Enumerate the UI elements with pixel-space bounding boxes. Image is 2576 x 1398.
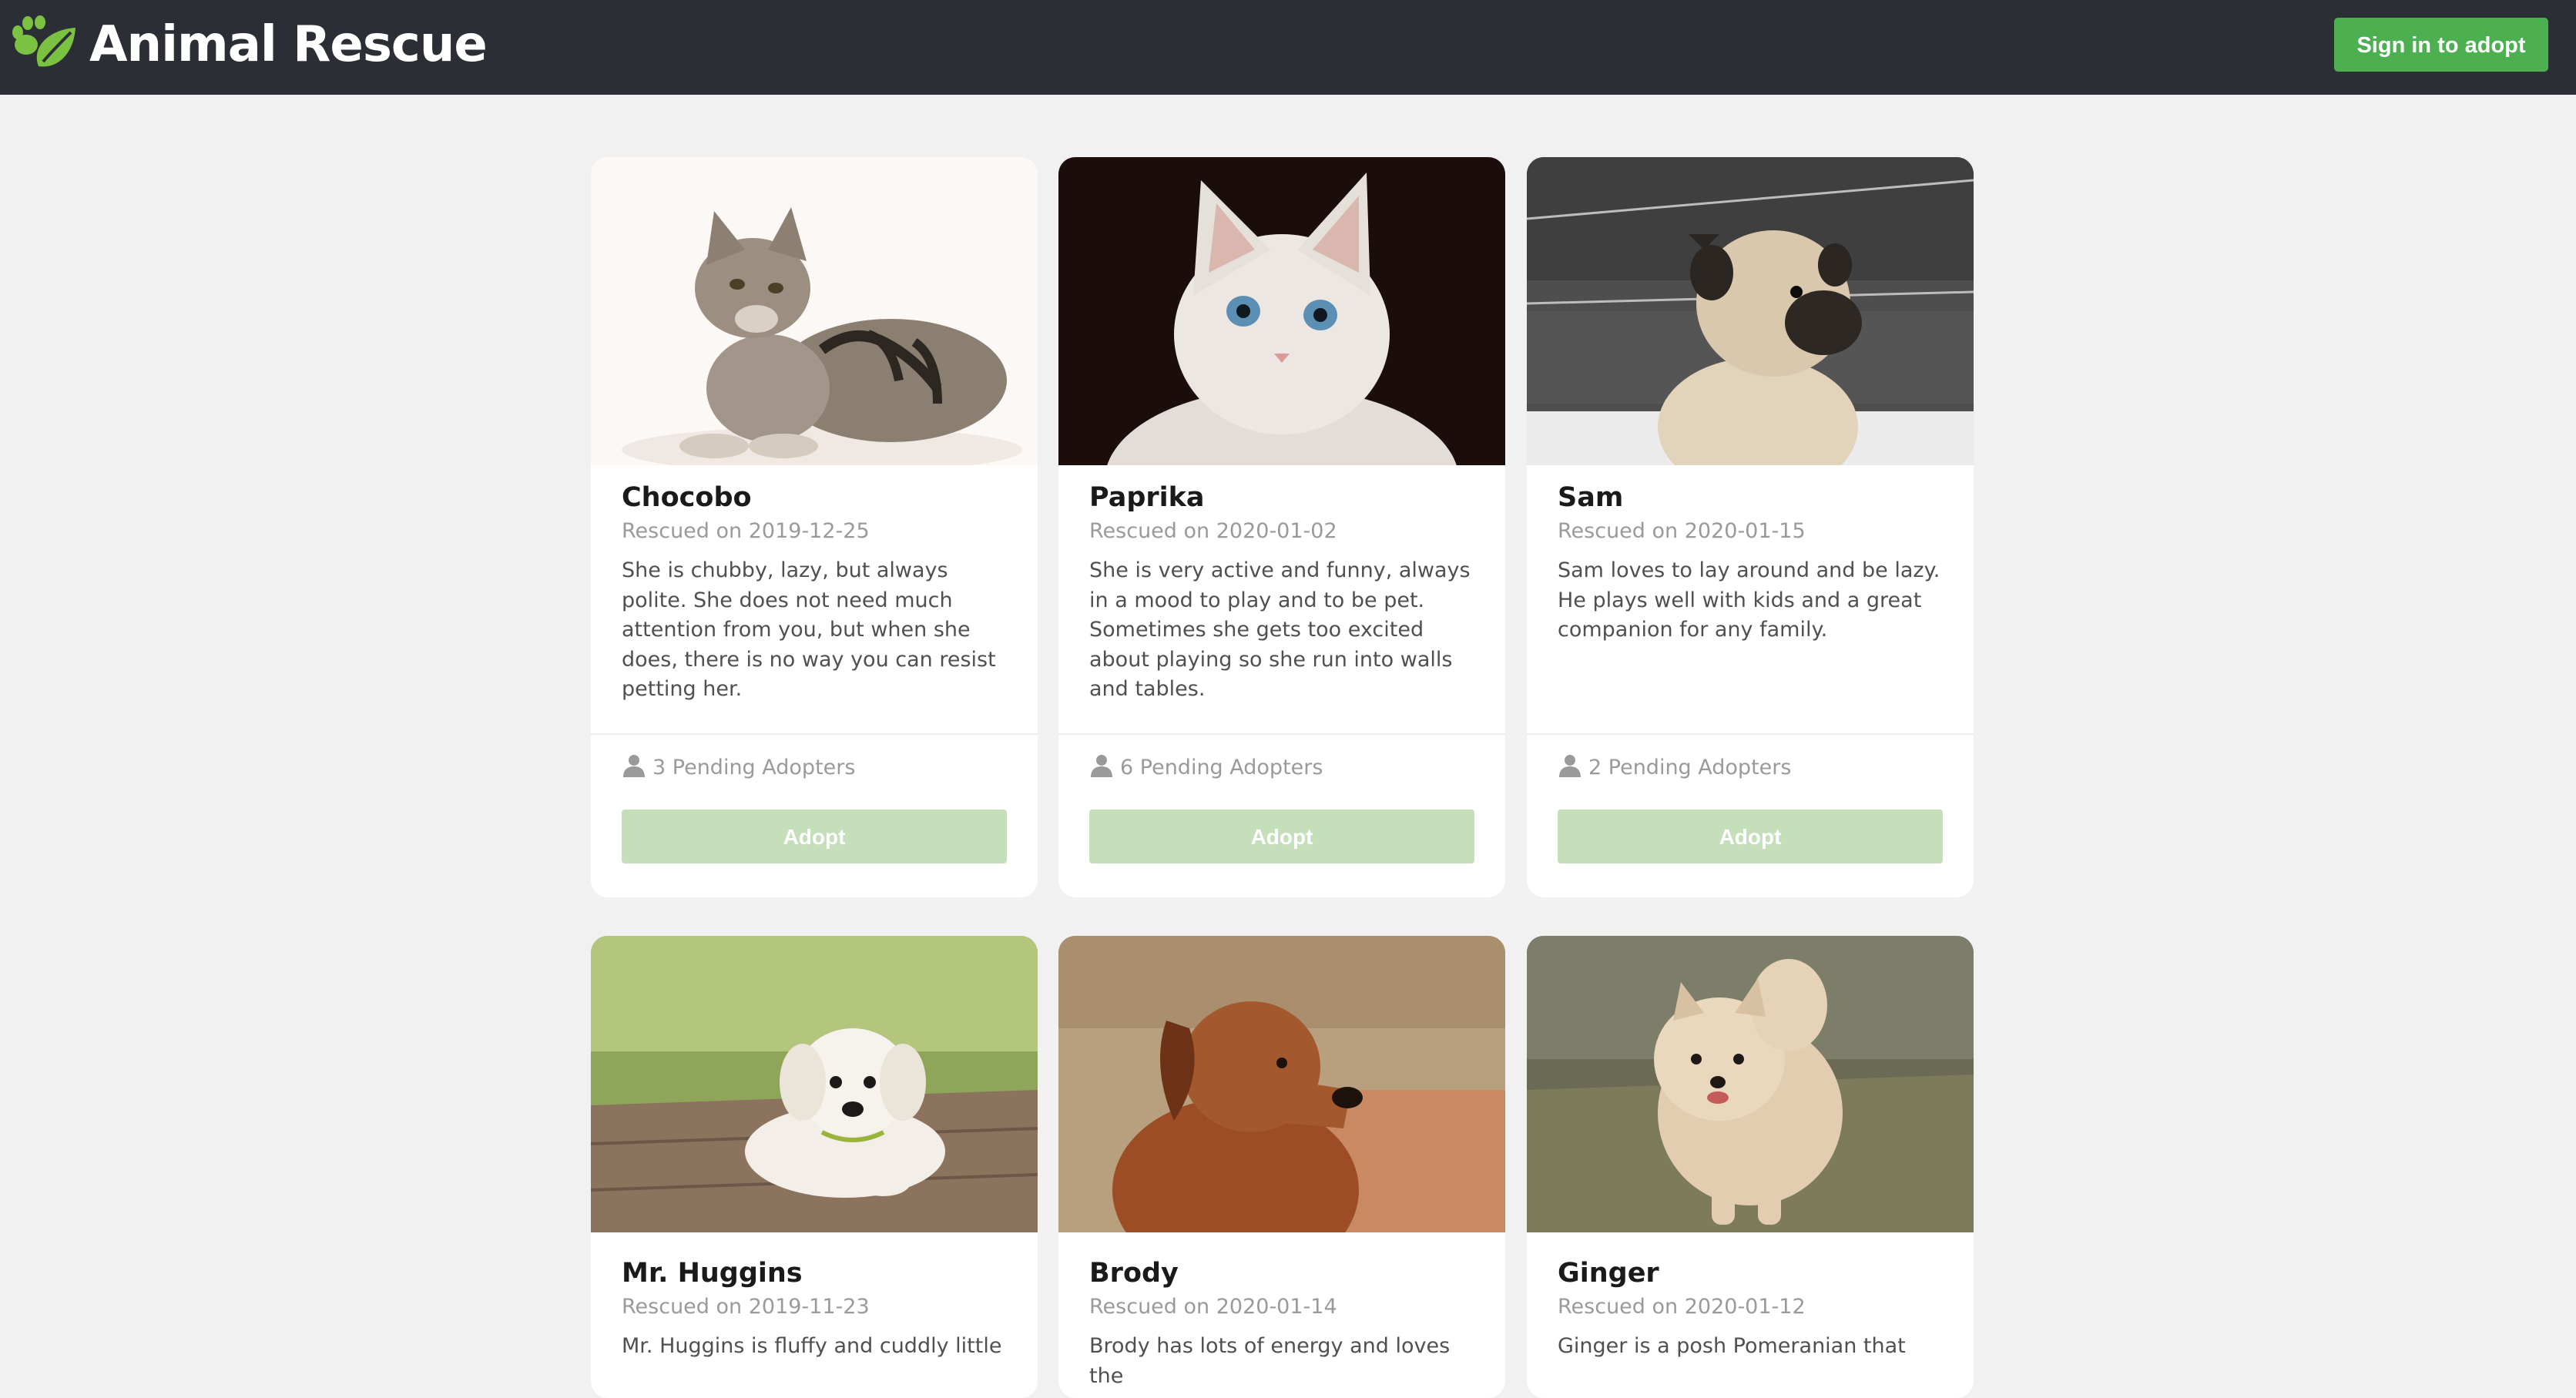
adopt-button[interactable]: Adopt [1558,810,1943,863]
rescued-date: Rescued on 2019-12-25 [622,519,870,543]
user-icon [1559,755,1581,777]
card-divider [1527,733,1974,735]
pending-adopters-label: 2 Pending Adopters [1588,756,1792,779]
pending-adopters-label: 6 Pending Adopters [1120,756,1323,779]
pet-name: Sam [1558,482,1624,513]
pet-card: Mr. Huggins Rescued on 2019-11-23 Mr. Hu… [591,936,1038,1398]
pet-name: Paprika [1089,482,1205,513]
pending-adopters: 6 Pending Adopters [1089,752,1323,784]
card-divider [1058,733,1505,735]
pet-name: Brody [1089,1258,1179,1289]
rhodesian-ridgeback-photo [1058,936,1505,1232]
pet-name: Ginger [1558,1258,1659,1289]
pending-adopters: 3 Pending Adopters [622,752,855,784]
pet-card: Sam Rescued on 2020-01-15 Sam loves to l… [1527,157,1974,897]
pending-adopters-label: 3 Pending Adopters [652,756,856,779]
user-icon [623,755,645,777]
rescued-date: Rescued on 2020-01-14 [1089,1295,1337,1319]
user-icon [1091,755,1112,777]
adopt-button[interactable]: Adopt [622,810,1007,863]
pet-description: Ginger is a posh Pomeranian that [1558,1334,1906,1358]
pet-card: Ginger Rescued on 2020-01-12 Ginger is a… [1527,936,1974,1398]
pet-card: Chocobo Rescued on 2019-12-25 She is chu… [591,157,1038,897]
rescued-date: Rescued on 2019-11-23 [622,1295,870,1319]
top-navbar: Animal Rescue Sign in to adopt [0,0,2576,95]
card-divider [591,733,1038,735]
tabby-kitten-photo [591,157,1038,465]
pending-adopters: 2 Pending Adopters [1558,752,1791,784]
rescued-date: Rescued on 2020-01-12 [1558,1295,1806,1319]
pet-description: Mr. Huggins is fluffy and cuddly little [622,1334,1002,1358]
pug-photo [1527,157,1974,465]
app-title: Animal Rescue [89,16,488,73]
pet-name: Chocobo [622,482,752,513]
pet-description: Brody has lots of energy and loves the [1089,1334,1451,1388]
pet-description: She is very active and funny, always in … [1089,558,1471,701]
rescued-date: Rescued on 2020-01-02 [1089,519,1337,543]
pet-name: Mr. Huggins [622,1258,803,1289]
adopt-button[interactable]: Adopt [1089,810,1474,863]
sign-in-button[interactable]: Sign in to adopt [2334,18,2548,72]
white-puppy-photo [591,936,1038,1232]
pet-description: She is chubby, lazy, but always polite. … [622,558,996,701]
paw-leaf-logo-icon [12,15,75,67]
rescued-date: Rescued on 2020-01-15 [1558,519,1806,543]
pomeranian-photo [1527,936,1974,1232]
pet-card: Brody Rescued on 2020-01-14 Brody has lo… [1058,936,1505,1398]
pet-description: Sam loves to lay around and be lazy. He … [1558,558,1940,642]
white-kitten-photo [1058,157,1505,465]
pet-card: Paprika Rescued on 2020-01-02 She is ver… [1058,157,1505,897]
